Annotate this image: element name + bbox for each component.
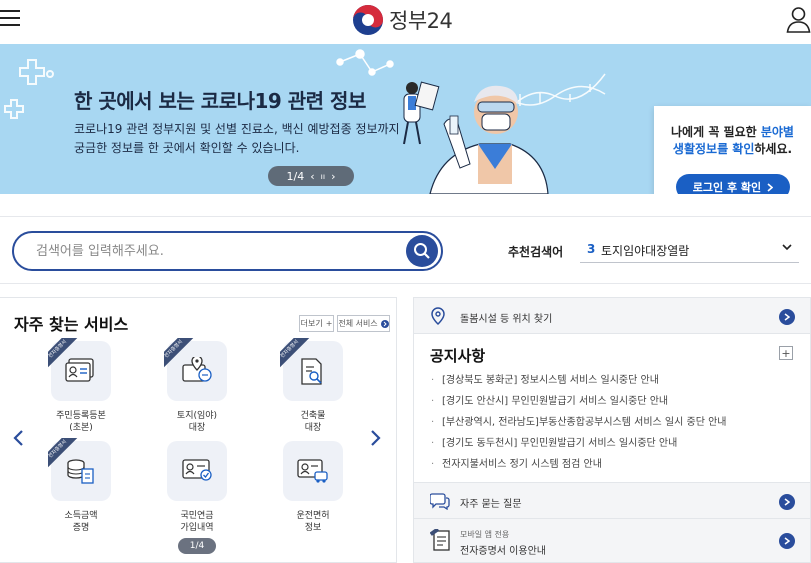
search-input[interactable]: [36, 241, 396, 261]
notice-item[interactable]: 전자지불서비스 정기 시스템 점검 안내: [430, 454, 800, 475]
go-arrow-icon: [779, 309, 795, 325]
driver-license-icon: [297, 459, 328, 483]
more-label: 더보기: [300, 319, 323, 328]
service-label: 주민등록등본 (초본): [56, 411, 106, 433]
e-certificate-guide-text: 전자증명서 이용안내: [460, 546, 546, 557]
promo-line1: 나에게 꼭 필요한: [671, 125, 757, 139]
notice-more-plus-icon[interactable]: +: [779, 346, 793, 360]
hamburger-icon[interactable]: [0, 9, 22, 29]
promo-highlight2: 생활정보를 확인: [672, 142, 755, 156]
faq-text: 자주 묻는 질문: [460, 499, 522, 510]
facility-location-text: 돌봄시설 등 위치 찾기: [460, 314, 553, 325]
promo-highlight1: 분야별: [760, 125, 794, 139]
right-panel: 돌봄시설 등 위치 찾기 공지사항 + [경상북도 봉화군] 정보시스템 서비스…: [413, 297, 811, 563]
banner-description: 코로나19 관련 정부지원 및 선별 진료소, 백신 예방접종 정보까지 궁금한…: [74, 120, 400, 158]
service-income-certificate[interactable]: 전자증명서: [48, 438, 111, 501]
recommended-keywords-label: 추천검색어: [508, 245, 564, 259]
pause-slide-button[interactable]: ıı: [321, 172, 325, 181]
notice-item[interactable]: [경상북도 봉화군] 정보시스템 서비스 일시중단 안내: [430, 370, 800, 391]
service-building-register[interactable]: 전자증명서: [280, 338, 343, 401]
service-resident-registration[interactable]: 전자증명서: [48, 338, 111, 401]
mobile-e-certificate-row[interactable]: 모바일 앱 전용 전자증명서 이용안내: [413, 519, 811, 563]
notice-item[interactable]: [부산광역시, 전라남도]부동산종합공부시스템 서비스 일시 중단 안내: [430, 412, 800, 433]
taegeuk-logo-icon: [353, 5, 383, 35]
service-label: 토지(임야) 대장: [176, 411, 218, 433]
banner-title: 한 곳에서 보는 코로나19 관련 정보: [74, 89, 366, 113]
recommended-keywords-dropdown[interactable]: 3 토지임야대장열람: [580, 235, 799, 263]
next-slide-button[interactable]: ›: [331, 170, 335, 183]
login-check-button[interactable]: 로그인 후 확인: [676, 174, 790, 194]
income-coins-icon: [67, 459, 94, 484]
promo-text: 나에게 꼭 필요한 분야별 생활정보를 확인하세요.: [654, 124, 811, 158]
go-arrow-icon: [779, 533, 795, 549]
all-services-button[interactable]: 전체 서비스: [337, 315, 390, 332]
resident-card-icon: [65, 358, 94, 382]
chevron-right-icon: [767, 182, 774, 192]
personalized-info-card: 나에게 꼭 필요한 분야별 생활정보를 확인하세요. 로그인 후 확인: [654, 106, 811, 194]
login-check-label: 로그인 후 확인: [692, 181, 762, 194]
next-services-arrow-icon[interactable]: [368, 428, 382, 448]
recommended-keyword-value: 토지임야대장열람: [601, 244, 690, 258]
notice-item[interactable]: [경기도 동두천시] 무인민원발급기 서비스 일시중단 안내: [430, 433, 800, 454]
prev-services-arrow-icon[interactable]: [12, 428, 26, 448]
service-land-register[interactable]: 전자증명서: [164, 338, 227, 401]
e-certificate-document-icon: [430, 529, 450, 551]
banner-pager: 1/4 ‹ ıı ›: [268, 166, 354, 186]
mobile-only-label: 모바일 앱 전용: [460, 530, 510, 539]
notice-item[interactable]: [경기도 안산시] 무인민원발급기 서비스 일시중단 안내: [430, 391, 800, 412]
service-label: 국민연금 가입내역: [180, 511, 214, 533]
location-pin-icon: [431, 307, 445, 325]
banner-pager-count: 1/4: [286, 169, 305, 183]
faq-row[interactable]: 자주 묻는 질문: [413, 482, 811, 519]
search-section: 추천검색어 3 토지임야대장열람: [0, 216, 811, 284]
prev-slide-button[interactable]: ‹: [310, 170, 314, 183]
plus-icon: +: [325, 319, 333, 328]
chat-bubble-icon: [430, 493, 450, 510]
page: 정부24 한 곳에서 보는 코로나19 관련 정보 코로나19 관련 정부지원 …: [0, 0, 811, 563]
services-pager: 1/4: [178, 538, 216, 554]
chevron-circle-right-icon: [380, 319, 389, 328]
promo-line2-suffix: 하세요.: [754, 142, 793, 156]
all-services-label: 전체 서비스: [338, 319, 378, 328]
covid-banner[interactable]: 한 곳에서 보는 코로나19 관련 정보 코로나19 관련 정부지원 및 선별 …: [0, 44, 811, 194]
frequent-services-title: 자주 찾는 서비스: [14, 315, 129, 334]
service-label: 건축물 대장: [300, 411, 326, 433]
more-services-button[interactable]: 더보기 +: [299, 315, 334, 332]
notice-list: [경상북도 봉화군] 정보시스템 서비스 일시중단 안내 [경기도 안산시] 무…: [430, 370, 800, 475]
banner-desc-line2: 궁금한 정보를 한 곳에서 확인할 수 있습니다.: [74, 141, 300, 155]
header: 정부24: [0, 0, 811, 44]
search-box: [12, 231, 443, 271]
gov24-logo[interactable]: 정부24: [352, 4, 453, 36]
banner-desc-line1: 코로나19 관련 정부지원 및 선별 진료소, 백신 예방접종 정보까지: [74, 122, 400, 136]
search-icon: [414, 243, 430, 259]
land-map-icon: [182, 357, 212, 382]
search-button[interactable]: [406, 235, 438, 267]
go-arrow-icon: [779, 494, 795, 510]
service-driver-license[interactable]: [283, 441, 343, 501]
chevron-down-icon: [782, 244, 792, 251]
notice-title: 공지사항: [430, 347, 486, 365]
service-label: 운전면허 정보: [296, 511, 330, 533]
service-pension-history[interactable]: [167, 441, 227, 501]
service-label: 소득금액 증명: [64, 511, 98, 533]
recommended-keyword-rank: 3: [587, 242, 596, 256]
pension-check-icon: [182, 459, 212, 481]
facility-location-row[interactable]: 돌봄시설 등 위치 찾기: [413, 297, 811, 334]
building-document-icon: [301, 358, 322, 385]
notice-section: 공지사항 + [경상북도 봉화군] 정보시스템 서비스 일시중단 안내 [경기도…: [413, 334, 811, 482]
logo-text: 정부24: [389, 9, 453, 33]
user-icon[interactable]: [786, 5, 811, 33]
